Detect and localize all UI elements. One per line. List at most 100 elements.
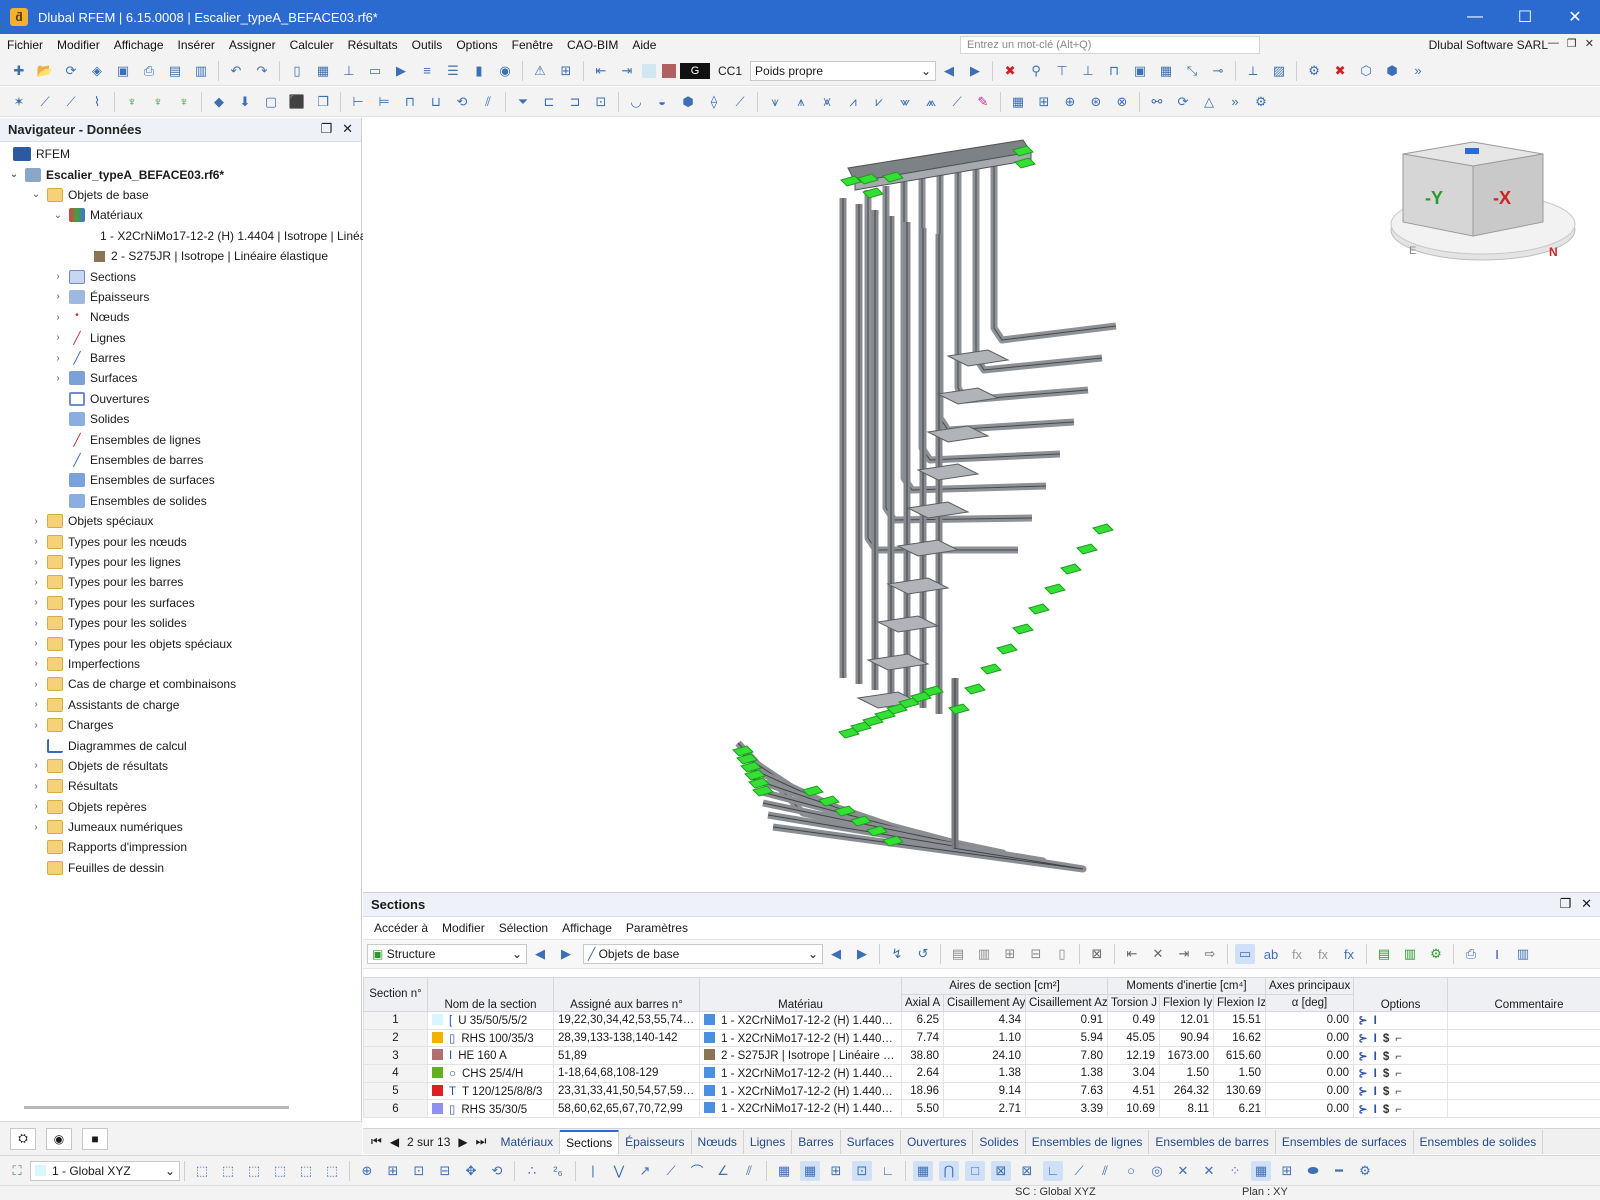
frame-icon[interactable]: ⊓ (400, 92, 420, 112)
display-eye-icon[interactable]: ◉ (46, 1127, 72, 1150)
rotate-icon[interactable]: ⟲ (452, 92, 472, 112)
refresh-icon[interactable]: ⟳ (61, 61, 81, 81)
prev-page-icon[interactable]: ◀ (390, 1135, 399, 1149)
report-icon[interactable]: ▤ (165, 61, 185, 81)
solid-render-icon[interactable]: ⬢ (678, 92, 698, 112)
menu-calculer[interactable]: Calculer (283, 38, 341, 52)
surface-tool-icon[interactable]: ◆ (209, 92, 229, 112)
mirror-icon[interactable]: ⫽ (478, 92, 498, 112)
tab-n-uds[interactable]: Nœuds (692, 1129, 744, 1154)
new-model-icon[interactable]: ✚ (9, 61, 29, 81)
chevron-right-icon[interactable]: › (30, 618, 42, 629)
draw-v-icon[interactable]: ⋁ (609, 1161, 629, 1181)
tree-group[interactable]: › Résultats (0, 776, 361, 796)
tab-ensembles-de-barres[interactable]: Ensembles de barres (1149, 1129, 1276, 1154)
loadcase-select[interactable]: Poids propre ⌄ (750, 60, 937, 81)
prev-loadcase-button[interactable]: ◀ (939, 61, 959, 81)
console-icon[interactable]: ▶ (391, 61, 411, 81)
camera-icon[interactable]: ■ (82, 1127, 108, 1150)
export-icon[interactable]: ⇨ (1200, 944, 1220, 964)
tree-group[interactable]: › Types pour les nœuds (0, 531, 361, 551)
formula-clear-icon[interactable]: fx (1313, 944, 1333, 964)
target-icon[interactable]: ◎ (1147, 1161, 1167, 1181)
snap-object-icon[interactable]: ⊞ (826, 1161, 846, 1181)
table-settings-icon[interactable]: ⚙ (1426, 944, 1446, 964)
menu-fenetre[interactable]: Fenêtre (505, 38, 560, 52)
pick-icon[interactable]: ↯ (887, 944, 907, 964)
cube-icon[interactable]: ⬡ (1356, 61, 1376, 81)
view-right-icon[interactable]: ⬚ (296, 1161, 316, 1181)
tree-material-2[interactable]: 2 - S275JR | Isotrope | Linéaire élastiq… (0, 246, 361, 266)
col-flex-y[interactable]: Flexion Iy (1159, 994, 1215, 1012)
menu-outils[interactable]: Outils (405, 38, 450, 52)
menu-modifier[interactable]: Modifier (50, 38, 107, 52)
frame2-icon[interactable]: ⊔ (426, 92, 446, 112)
results-icon[interactable]: ⚲ (1026, 61, 1046, 81)
globe-icon[interactable]: ◉ (495, 61, 515, 81)
chevron-down-icon[interactable]: ⌄ (52, 210, 64, 221)
chevron-right-icon[interactable]: › (52, 291, 64, 302)
tree-solid-sets[interactable]: Ensembles de solides (0, 491, 361, 511)
col-axial[interactable]: Axial A (901, 994, 944, 1012)
chevron-right-icon[interactable]: › (52, 332, 64, 343)
tab-ensembles-de-lignes[interactable]: Ensembles de lignes (1026, 1129, 1150, 1154)
pan-icon[interactable]: ✥ (461, 1161, 481, 1181)
last-page-icon[interactable]: ⏭ (476, 1134, 487, 1149)
x-square-icon[interactable]: ⊠ (1017, 1161, 1037, 1181)
draw-arrow-icon[interactable]: ↗ (635, 1161, 655, 1181)
tree-root[interactable]: RFEM (0, 144, 361, 164)
polyline-tool-icon[interactable]: ⌇ (87, 92, 107, 112)
tree-group[interactable]: › Types pour les objets spéciaux (0, 633, 361, 653)
navigator-scrollbar[interactable] (24, 1106, 289, 1109)
snap5-icon[interactable]: ⩗ (869, 92, 889, 112)
slash-icon[interactable]: ⟋ (1069, 1161, 1089, 1181)
tree-group[interactable]: › Assistants de charge (0, 695, 361, 715)
tree-member-sets[interactable]: ╱ Ensembles de barres (0, 450, 361, 470)
col-material[interactable]: Matériau (699, 977, 902, 1012)
col-flex-z[interactable]: Flexion Iz (1213, 994, 1267, 1012)
model-viewport[interactable]: -Y -X E N (363, 118, 1600, 892)
chevron-right-icon[interactable]: › (30, 699, 42, 710)
table-icon-3[interactable]: ⊞ (1000, 944, 1020, 964)
tree-group[interactable]: › Cas de charge et combinaisons (0, 674, 361, 694)
dimension-icon[interactable]: ⊢ (348, 92, 368, 112)
tree-group[interactable]: › Types pour les barres (0, 572, 361, 592)
table-row[interactable]: 4 ○ CHS 25/4/H 1-18,64,68,108-129 1 - X2CrNi… (363, 1064, 1600, 1083)
node-support-icon[interactable]: ⊥ (1078, 61, 1098, 81)
snap2-icon[interactable]: ⩚ (791, 92, 811, 112)
parallel-icon[interactable]: ⫽ (1095, 1161, 1115, 1181)
first-page-icon[interactable]: ⏮ (371, 1134, 382, 1149)
tree-group[interactable]: › Charges (0, 715, 361, 735)
float-panel-button[interactable]: ❐ (320, 121, 332, 137)
magnet-icon[interactable]: ⋂ (939, 1160, 959, 1181)
chevron-right-icon[interactable]: › (30, 638, 42, 649)
view-left-icon[interactable]: ⬚ (270, 1161, 290, 1181)
grid2-icon[interactable]: ▦ (1251, 1160, 1271, 1181)
numbering-icon[interactable]: ²₆ (548, 1161, 568, 1181)
next-loadcase-button[interactable]: ▶ (965, 61, 985, 81)
table-row[interactable]: 2 ▯ RHS 100/35/3 28,39,133-138,140-142 1 - X… (363, 1028, 1600, 1048)
mdi-close-button[interactable]: ✕ (1585, 37, 1594, 50)
next-page-icon[interactable]: ▶ (458, 1135, 467, 1149)
view-top-icon[interactable]: ⬚ (322, 1161, 342, 1181)
maximize-button[interactable]: ☐ (1500, 0, 1550, 34)
line-tool-icon[interactable]: ⟋ (35, 92, 55, 112)
tree-line-sets[interactable]: ╱ Ensembles de lignes (0, 429, 361, 449)
zoom-all-icon[interactable]: ⊞ (383, 1161, 403, 1181)
surface-render-icon[interactable]: ◒ (652, 92, 672, 112)
table-row[interactable]: 1 [U 35/50/5/5/2 19,22,30,34,42,53,55,74,7… (363, 1011, 1600, 1030)
overflow2-icon[interactable]: » (1225, 92, 1245, 112)
box-icon[interactable]: ▣ (1130, 61, 1150, 81)
delete-results-icon[interactable]: ✖ (1330, 61, 1350, 81)
menu-cao-bim[interactable]: CAO-BIM (560, 38, 625, 52)
coordinate-system-select[interactable]: 1 - Global XYZ ⌄ (30, 1160, 180, 1181)
chevron-right-icon[interactable]: › (52, 271, 64, 282)
table-row[interactable]: 5 T T 120/125/8/8/3 23,31,33,41,50,54,57,59… (363, 1081, 1600, 1101)
tab-ensembles-de-surfaces[interactable]: Ensembles de surfaces (1276, 1129, 1414, 1154)
tab-surfaces[interactable]: Surfaces (841, 1129, 901, 1154)
snap-icon[interactable]: ⩛ (765, 92, 785, 112)
object-type-select[interactable]: ╱ Objets de base ⌄ (583, 944, 823, 964)
menu-aide[interactable]: Aide (625, 38, 663, 52)
cs-tool-icon[interactable]: ⛶ (7, 1161, 27, 1181)
table-icon-1[interactable]: ▤ (948, 944, 968, 964)
